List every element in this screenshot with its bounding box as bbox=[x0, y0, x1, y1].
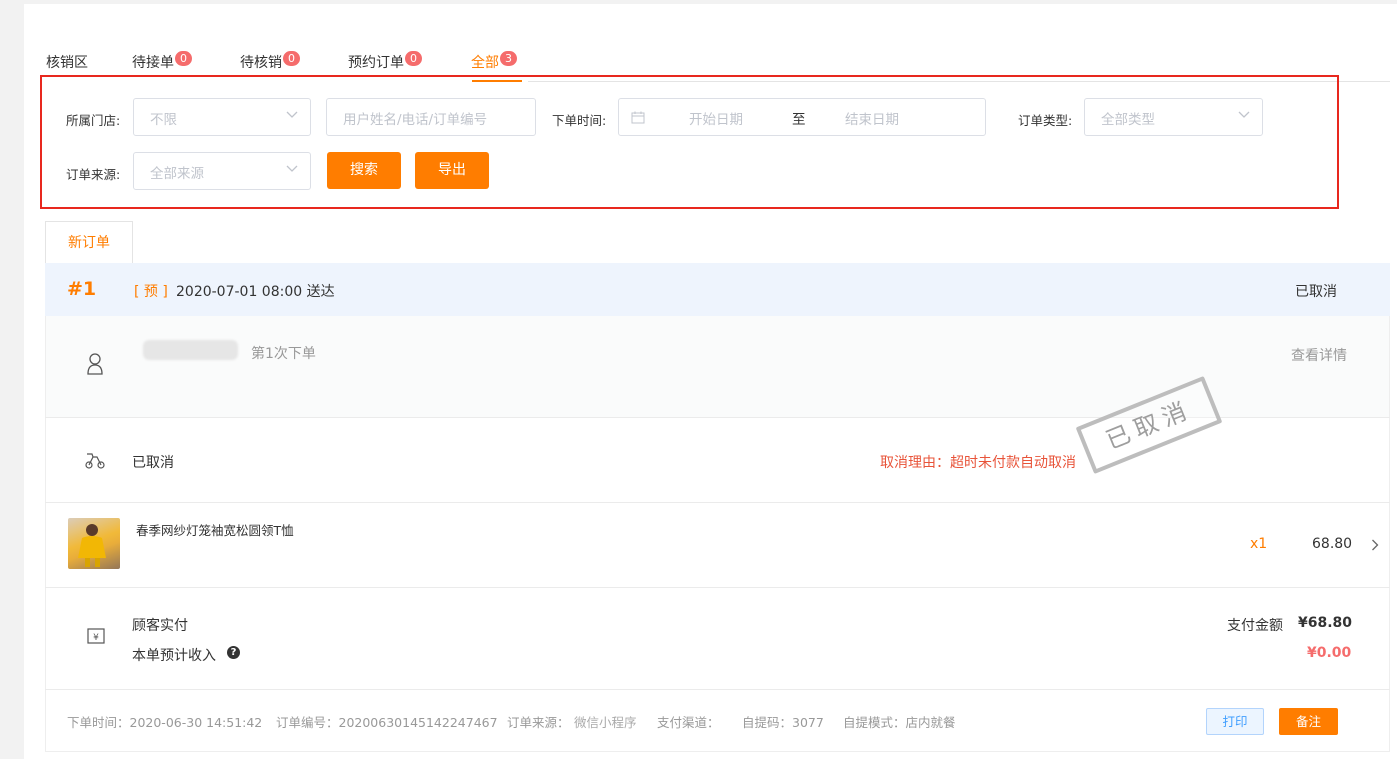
product-name: 春季网纱灯笼袖宽松圆领T恤 bbox=[136, 523, 294, 538]
order-type-select[interactable]: 全部类型 bbox=[1084, 98, 1263, 136]
note-button[interactable]: 备注 bbox=[1279, 708, 1338, 735]
money-icon: ¥ bbox=[87, 628, 105, 644]
chevron-down-icon bbox=[286, 111, 298, 118]
tab-all[interactable]: 全部 3 bbox=[471, 51, 517, 72]
footer-order-no: 订单编号：20200630145142247467 bbox=[276, 715, 498, 730]
delivery-status: 已取消 bbox=[132, 455, 174, 471]
order-source-label: 订单来源: bbox=[66, 167, 121, 182]
view-details-link[interactable]: 查看详情 bbox=[1291, 345, 1347, 365]
payment-section bbox=[45, 588, 1390, 689]
tab-pending-accept[interactable]: 待接单 0 bbox=[132, 51, 192, 72]
tab-verify-area[interactable]: 核销区 bbox=[46, 52, 88, 72]
footer-pickup-mode: 自提模式：店内就餐 bbox=[843, 715, 956, 730]
end-date-input[interactable]: 结束日期 bbox=[845, 108, 899, 128]
product-thumbnail bbox=[68, 518, 120, 569]
delivery-time: 2020-07-01 08:00 送达 bbox=[176, 284, 335, 300]
order-time-label: 下单时间: bbox=[552, 113, 607, 128]
footer-source-label: 订单来源： bbox=[507, 715, 570, 730]
pay-amount: ¥68.80 bbox=[1298, 615, 1353, 631]
tab-badge: 0 bbox=[405, 51, 422, 66]
footer-order-time: 下单时间：2020-06-30 14:51:42 bbox=[67, 715, 263, 730]
export-button[interactable]: 导出 bbox=[415, 152, 489, 189]
paid-label: 顾客实付 bbox=[132, 618, 188, 634]
tab-label: 全部 bbox=[471, 55, 499, 71]
footer-pickup-code: 自提码：3077 bbox=[742, 715, 824, 730]
chevron-down-icon bbox=[286, 165, 298, 172]
store-select-value: 不限 bbox=[150, 112, 177, 128]
pay-amount-label: 支付金额 bbox=[1227, 618, 1283, 634]
calendar-icon bbox=[631, 111, 645, 124]
item-section bbox=[45, 503, 1390, 588]
tab-badge: 3 bbox=[500, 51, 517, 66]
scooter-icon bbox=[85, 453, 105, 469]
keyword-input[interactable]: 用户姓名/电话/订单编号 bbox=[326, 98, 536, 136]
tab-label: 待接单 bbox=[132, 55, 174, 71]
product-image-icon bbox=[68, 518, 120, 569]
tab-reservation-orders[interactable]: 预约订单 0 bbox=[348, 51, 422, 72]
order-number: #1 bbox=[67, 278, 97, 300]
tab-label: 待核销 bbox=[240, 55, 282, 71]
date-range-picker[interactable]: 开始日期 至 结束日期 bbox=[618, 98, 986, 136]
order-source-select[interactable]: 全部来源 bbox=[133, 152, 311, 190]
range-separator: 至 bbox=[792, 112, 806, 128]
tab-pending-verify[interactable]: 待核销 0 bbox=[240, 51, 300, 72]
reservation-tag: [ 预 ] bbox=[134, 284, 168, 300]
svg-text:¥: ¥ bbox=[93, 633, 99, 643]
print-button[interactable]: 打印 bbox=[1206, 708, 1264, 735]
order-type-value: 全部类型 bbox=[1101, 112, 1155, 128]
product-quantity: x1 bbox=[1250, 536, 1268, 552]
keyword-placeholder: 用户姓名/电话/订单编号 bbox=[343, 112, 488, 128]
customer-order-count: 第1次下单 bbox=[251, 346, 316, 362]
help-icon[interactable]: ? bbox=[227, 646, 240, 659]
tab-new-orders[interactable]: 新订单 bbox=[45, 221, 133, 263]
chevron-right-icon[interactable] bbox=[1371, 539, 1379, 551]
income-amount: ¥0.00 bbox=[1307, 645, 1352, 661]
cancel-reason: 取消理由：超时未付款自动取消 bbox=[880, 455, 1076, 471]
store-select[interactable]: 不限 bbox=[133, 98, 311, 136]
income-label: 本单预计收入 bbox=[132, 648, 216, 664]
user-icon bbox=[87, 353, 103, 375]
order-source-value: 全部来源 bbox=[150, 166, 204, 182]
tab-label: 核销区 bbox=[46, 55, 88, 71]
product-price: 68.80 bbox=[1312, 536, 1353, 552]
avatar bbox=[143, 340, 238, 360]
store-label: 所属门店: bbox=[66, 113, 121, 128]
tab-badge: 0 bbox=[175, 51, 192, 66]
chevron-down-icon bbox=[1238, 111, 1250, 118]
footer-source-value: 微信小程序 bbox=[574, 715, 637, 730]
search-button[interactable]: 搜索 bbox=[327, 152, 401, 189]
start-date-input[interactable]: 开始日期 bbox=[689, 108, 743, 128]
order-status: 已取消 bbox=[1295, 284, 1337, 300]
footer-pay-channel: 支付渠道： bbox=[657, 715, 720, 730]
tab-badge: 0 bbox=[283, 51, 300, 66]
order-type-label: 订单类型: bbox=[1018, 113, 1073, 128]
tab-label: 预约订单 bbox=[348, 55, 404, 71]
